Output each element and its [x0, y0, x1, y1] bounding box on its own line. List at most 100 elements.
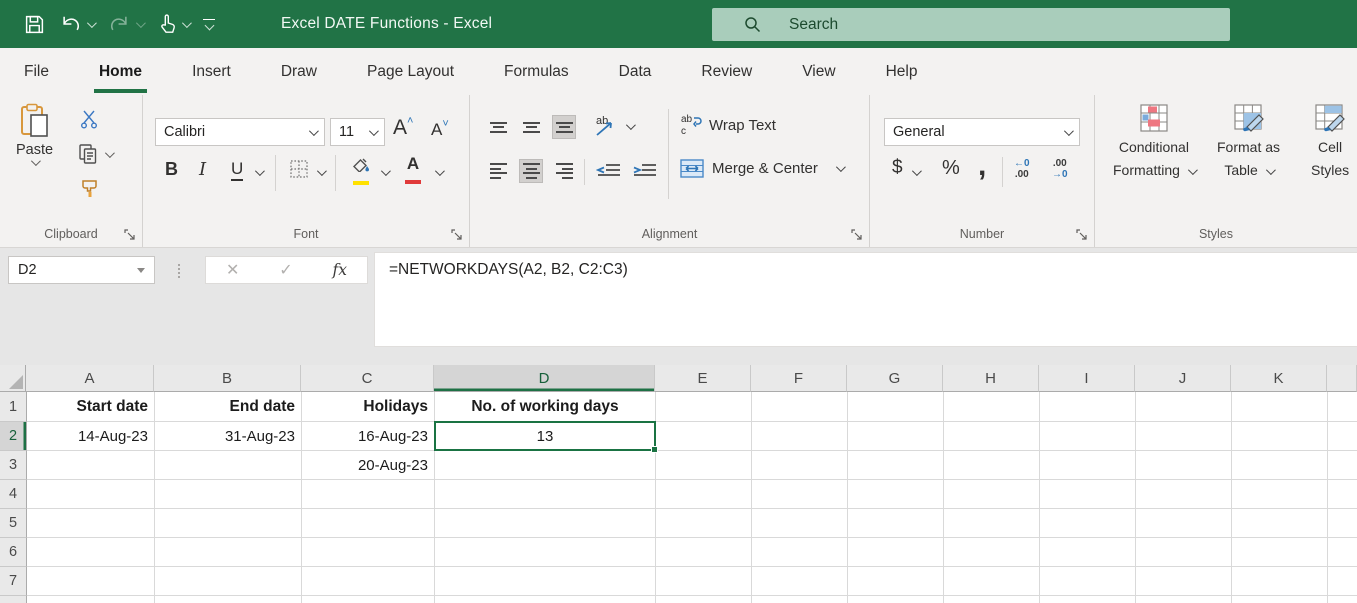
- font-name-select[interactable]: Calibri: [155, 118, 325, 146]
- align-middle-button[interactable]: [519, 115, 543, 139]
- select-all-button[interactable]: [0, 365, 26, 392]
- touch-mode-button[interactable]: [157, 13, 189, 35]
- cell-I3[interactable]: [1040, 451, 1136, 480]
- cell-H3[interactable]: [944, 451, 1040, 480]
- decrease-decimal-button[interactable]: .00 →0: [1052, 159, 1068, 180]
- column-header-F[interactable]: F: [751, 365, 847, 392]
- column-header-C[interactable]: C: [301, 365, 434, 392]
- cell-F2[interactable]: [752, 422, 848, 451]
- enter-button[interactable]: ✓: [279, 260, 292, 280]
- increase-decimal-button[interactable]: ←0 .00: [1014, 159, 1030, 180]
- tab-data[interactable]: Data: [617, 59, 654, 85]
- touch-mode-dropdown-icon[interactable]: [182, 18, 192, 28]
- cell-x6[interactable]: [1328, 538, 1357, 567]
- row-header-6[interactable]: 6: [0, 538, 27, 567]
- cell-x1[interactable]: [1328, 392, 1357, 422]
- tab-home[interactable]: Home: [97, 59, 144, 85]
- insert-function-button[interactable]: fx: [333, 261, 347, 279]
- comma-style-button[interactable]: ,: [978, 149, 986, 183]
- cell-B6[interactable]: [155, 538, 302, 567]
- tab-insert[interactable]: Insert: [190, 59, 233, 85]
- cell-D6[interactable]: [435, 538, 656, 567]
- align-left-button[interactable]: [486, 159, 510, 183]
- align-bottom-button[interactable]: [552, 115, 576, 139]
- column-header-E[interactable]: E: [655, 365, 751, 392]
- cell-B5[interactable]: [155, 509, 302, 538]
- orientation-button[interactable]: ab: [594, 113, 618, 139]
- orientation-dropdown-icon[interactable]: [626, 120, 636, 130]
- formula-input[interactable]: =NETWORKDAYS(A2, B2, C2:C3): [374, 252, 1357, 347]
- cell-E6[interactable]: [656, 538, 752, 567]
- cell-B3[interactable]: [155, 451, 302, 480]
- row-header-3[interactable]: 3: [0, 451, 27, 480]
- column-header-K[interactable]: K: [1231, 365, 1327, 392]
- column-header-G[interactable]: G: [847, 365, 943, 392]
- cell-J7[interactable]: [1136, 567, 1232, 596]
- row-header-2[interactable]: 2: [0, 422, 27, 451]
- customize-quick-access-icon[interactable]: [203, 19, 215, 30]
- cell-I6[interactable]: [1040, 538, 1136, 567]
- fill-color-dropdown-icon[interactable]: [381, 166, 391, 176]
- cell-G7[interactable]: [848, 567, 944, 596]
- column-header-A[interactable]: A: [26, 365, 154, 392]
- clipboard-dialog-launcher-icon[interactable]: [124, 229, 135, 240]
- column-header-J[interactable]: J: [1135, 365, 1231, 392]
- format-painter-icon[interactable]: [80, 179, 100, 199]
- tab-help[interactable]: Help: [884, 59, 920, 85]
- cell-A4[interactable]: [27, 480, 155, 509]
- cell-F4[interactable]: [752, 480, 848, 509]
- column-header-D[interactable]: D: [434, 365, 655, 392]
- cell-B2[interactable]: 31-Aug-23: [155, 422, 302, 451]
- search-box[interactable]: Search: [712, 8, 1230, 41]
- cell-H5[interactable]: [944, 509, 1040, 538]
- cell-G4[interactable]: [848, 480, 944, 509]
- cell-K5[interactable]: [1232, 509, 1328, 538]
- currency-button[interactable]: $: [892, 157, 903, 179]
- cell-I1[interactable]: [1040, 392, 1136, 422]
- tab-formulas[interactable]: Formulas: [502, 59, 571, 85]
- cell-F5[interactable]: [752, 509, 848, 538]
- cell-D5[interactable]: [435, 509, 656, 538]
- cell-C7[interactable]: [302, 567, 435, 596]
- name-box[interactable]: D2: [8, 256, 155, 284]
- name-box-dropdown-icon[interactable]: [137, 268, 145, 273]
- cell-D1[interactable]: No. of working days: [435, 392, 656, 422]
- cell-F3[interactable]: [752, 451, 848, 480]
- cell-I7[interactable]: [1040, 567, 1136, 596]
- cell-I2[interactable]: [1040, 422, 1136, 451]
- cell-F7[interactable]: [752, 567, 848, 596]
- row-header-5[interactable]: 5: [0, 509, 27, 538]
- cell-K4[interactable]: [1232, 480, 1328, 509]
- cell-D4[interactable]: [435, 480, 656, 509]
- cell-J6[interactable]: [1136, 538, 1232, 567]
- font-size-select[interactable]: 11: [330, 118, 385, 146]
- cell-E1[interactable]: [656, 392, 752, 422]
- cell-C4[interactable]: [302, 480, 435, 509]
- cell-C5[interactable]: [302, 509, 435, 538]
- merge-center-button[interactable]: Merge & Center: [680, 159, 843, 178]
- cell-B7[interactable]: [155, 567, 302, 596]
- cell-B1[interactable]: End date: [155, 392, 302, 422]
- cell-I4[interactable]: [1040, 480, 1136, 509]
- cell-J2[interactable]: [1136, 422, 1232, 451]
- cell-K6[interactable]: [1232, 538, 1328, 567]
- cell-K7[interactable]: [1232, 567, 1328, 596]
- cell-E2[interactable]: [656, 422, 752, 451]
- cell-A5[interactable]: [27, 509, 155, 538]
- undo-button[interactable]: [59, 14, 94, 34]
- increase-indent-button[interactable]: [632, 163, 658, 181]
- align-center-button[interactable]: [519, 159, 543, 183]
- font-dialog-launcher-icon[interactable]: [451, 229, 462, 240]
- row-header-7[interactable]: 7: [0, 567, 27, 596]
- cell-G2[interactable]: [848, 422, 944, 451]
- cell-J3[interactable]: [1136, 451, 1232, 480]
- cell-x7[interactable]: [1328, 567, 1357, 596]
- align-right-button[interactable]: [552, 159, 576, 183]
- tab-file[interactable]: File: [22, 59, 51, 85]
- paste-button[interactable]: Paste: [16, 103, 53, 166]
- copy-button[interactable]: [78, 143, 112, 165]
- cell-A6[interactable]: [27, 538, 155, 567]
- tab-view[interactable]: View: [800, 59, 837, 85]
- cell-B4[interactable]: [155, 480, 302, 509]
- row-header-4[interactable]: 4: [0, 480, 27, 509]
